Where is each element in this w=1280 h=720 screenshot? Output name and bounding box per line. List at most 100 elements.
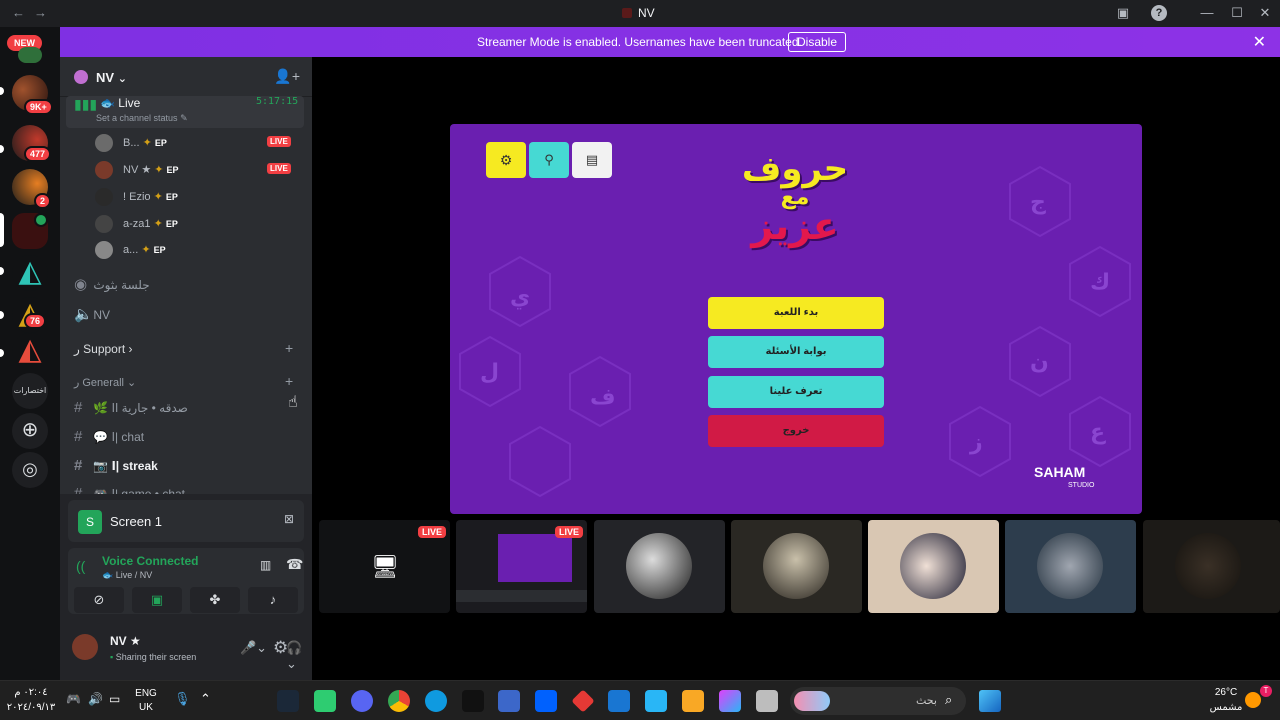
server-header[interactable]: NV ⌄ 👤+ [60, 57, 312, 97]
user-settings-gear-icon[interactable]: ⚙ [273, 638, 288, 658]
shortcut-server-icon[interactable]: اختصارات [12, 373, 48, 409]
text-channel[interactable]: # 🌿 صدقه • جارية اا [74, 399, 188, 416]
questions-button[interactable]: بوابة الأسئلة [708, 336, 884, 368]
clock-date[interactable]: ٢٠٢٤/٠٩/١٣ [6, 702, 56, 713]
app-icon[interactable] [314, 690, 336, 712]
maximize-button[interactable]: ☐ [1229, 5, 1245, 21]
invite-people-icon[interactable]: 👤+ [274, 68, 300, 85]
close-window-button[interactable]: ✕ [1257, 5, 1273, 21]
discover-compass-icon[interactable]: ◎ [12, 452, 48, 488]
add-channel-icon[interactable]: + [285, 340, 293, 356]
microphone-icon[interactable]: 🎙 [174, 691, 191, 707]
voice-status[interactable]: Voice Connected [102, 554, 198, 568]
disconnect-icon[interactable]: ☎ [286, 556, 303, 573]
add-channel-icon[interactable]: + [285, 373, 293, 389]
triangle-server-icon[interactable]: ◭ [12, 333, 48, 369]
help-icon[interactable]: ? [1151, 5, 1167, 21]
user-tile[interactable] [1143, 520, 1280, 613]
windows-start-icon[interactable] [979, 690, 1001, 712]
forward-arrow-icon[interactable]: → [34, 5, 47, 20]
popout-icon[interactable]: ⊠ [284, 512, 294, 526]
voice-channel-live[interactable]: ▮▮▮ 🐟 Live 5:17:15 Set a channel status … [66, 96, 304, 128]
minimize-button[interactable]: — [1199, 5, 1215, 21]
exit-button[interactable]: خروج [708, 415, 884, 447]
controller-icon[interactable]: 🎮 [66, 692, 81, 706]
add-server-icon[interactable]: ⊕ [12, 413, 48, 449]
volume-icon[interactable]: 🔊 [88, 692, 103, 706]
voice-location[interactable]: 🐟 Live / NV [102, 570, 152, 581]
headphones-icon[interactable]: 🎧⌄ [286, 640, 312, 672]
stream-tile[interactable]: 🖥 LIVE [319, 520, 450, 613]
chrome-icon[interactable] [388, 690, 410, 712]
file-explorer-icon[interactable] [682, 690, 704, 712]
user-tile[interactable] [594, 520, 725, 613]
banner-message: Streamer Mode is enabled. Usernames have… [477, 35, 802, 49]
network-icon[interactable]: ▭ [109, 692, 120, 706]
weather-sun-icon[interactable] [1245, 692, 1261, 708]
channel-status-placeholder[interactable]: Set a channel status ✎ [96, 113, 188, 124]
stream-view[interactable]: ي ل ف ج ك ن ع ز ⚙ ⚲ ▤ حروف مع عزيز بدء اللعبة… [450, 124, 1142, 514]
text-channel[interactable]: # 💬 ا| chat [74, 428, 144, 445]
monitor-icon: 🖥 [371, 554, 399, 579]
disable-streamer-button[interactable]: Disable [788, 32, 847, 52]
inbox-icon[interactable]: ▣ [1115, 5, 1131, 21]
discord-icon[interactable] [351, 690, 373, 712]
notification-badge[interactable]: T [1260, 685, 1272, 697]
text-channel-unread[interactable]: # 📷 ا| streak [74, 457, 158, 474]
about-us-button[interactable]: تعرف علينا [708, 376, 884, 408]
language-top[interactable]: ENG [132, 688, 160, 699]
search-box[interactable]: بحث ⌕ [790, 687, 966, 715]
store-icon[interactable] [645, 690, 667, 712]
app-icon[interactable] [498, 690, 520, 712]
camera-off-button[interactable]: ⊘ [74, 587, 124, 613]
activities-button[interactable]: ✤ [190, 587, 240, 613]
search-input[interactable]: بحث [916, 694, 937, 707]
noise-suppression-icon[interactable]: ▥ [260, 558, 271, 572]
weather-desc[interactable]: مشمس [1206, 702, 1246, 713]
epic-games-icon[interactable] [462, 690, 484, 712]
microphone-icon[interactable]: 🎤⌄ [240, 640, 267, 656]
live-badge: LIVE [417, 526, 446, 538]
game-key-icon[interactable]: ⚲ [529, 142, 569, 178]
server-name: NV ⌄ [96, 70, 127, 85]
mail-icon[interactable] [608, 690, 630, 712]
soundboard-button[interactable]: ♪ [248, 587, 298, 613]
clock-time[interactable]: ٠٢:٠٤ م [6, 687, 56, 698]
user-tile[interactable] [731, 520, 862, 613]
stage-channel[interactable]: ◉ جلسة بثوث [74, 275, 150, 293]
close-banner-icon[interactable]: ✕ [1253, 32, 1266, 52]
game-menu-icon[interactable]: ▤ [572, 142, 612, 178]
search-highlight-icon [794, 691, 830, 711]
start-game-button[interactable]: بدء اللعبة [708, 297, 884, 329]
voice-channel[interactable]: 🔈 NV [74, 305, 110, 323]
category-support[interactable]: ر Support › [74, 342, 133, 356]
screen-share-button[interactable]: ▣ [132, 587, 182, 613]
app-icon[interactable] [571, 689, 595, 713]
svg-text:ف: ف [590, 385, 616, 410]
steam-icon[interactable] [277, 690, 299, 712]
back-arrow-icon[interactable]: ← [12, 5, 25, 20]
avatar[interactable] [72, 634, 98, 660]
user-name[interactable]: NV ★ [110, 634, 141, 648]
server-icon[interactable] [18, 47, 42, 63]
user-tile[interactable] [1005, 520, 1136, 613]
stream-tile[interactable]: LIVE [456, 520, 587, 613]
weather-temp[interactable]: 26°C [1206, 687, 1246, 698]
stream-thumbnail [498, 534, 572, 582]
game-settings-icon[interactable]: ⚙ [486, 142, 526, 178]
voice-user-name: a-za1 ✦ EP [123, 218, 178, 230]
chevron-up-icon[interactable]: ⌃ [200, 691, 211, 707]
category-general[interactable]: ر Generall ⌄ [74, 376, 136, 389]
studio-logo: SAHAM [1034, 464, 1086, 480]
copilot-icon[interactable] [719, 690, 741, 712]
edge-icon[interactable] [425, 690, 447, 712]
svg-text:ع: ع [1090, 420, 1106, 445]
language-bottom[interactable]: UK [132, 702, 160, 713]
app-icon[interactable] [756, 690, 778, 712]
screen-share-card[interactable]: S Screen 1 ⊠ [68, 500, 304, 542]
unread-pill [0, 311, 4, 319]
dropbox-icon[interactable] [535, 690, 557, 712]
search-icon: ⌕ [945, 692, 953, 707]
triangle-server-icon[interactable]: ◭ [12, 255, 48, 291]
user-tile-speaking[interactable] [868, 520, 999, 613]
